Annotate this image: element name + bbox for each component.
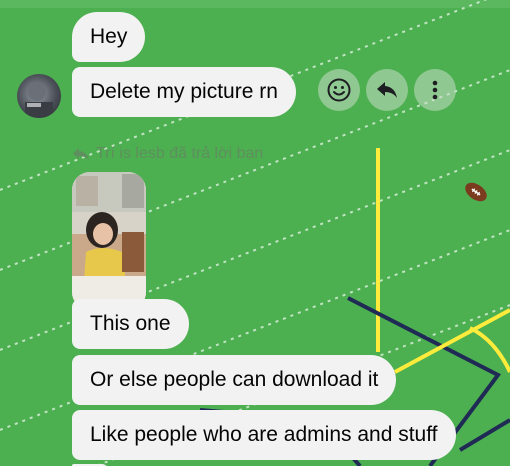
reply-notice: Trí is lesb đã trả lời bạn <box>72 143 263 165</box>
smiley-icon <box>327 78 351 102</box>
message-bubble[interactable]: Delete my picture rn <box>72 67 296 117</box>
more-options-button[interactable] <box>414 69 456 111</box>
message-bubble[interactable]: Hey <box>72 12 146 62</box>
message-bubble[interactable]: This one <box>72 299 189 349</box>
photo-thumbnail <box>72 172 146 310</box>
react-button[interactable] <box>318 69 360 111</box>
avatar-image <box>25 83 53 118</box>
more-vertical-icon <box>432 80 438 100</box>
avatar[interactable] <box>17 74 61 118</box>
reply-button[interactable] <box>366 69 408 111</box>
message-bubble[interactable]: Like people who are admins and stuff <box>72 410 456 460</box>
message-bubble[interactable]: Or else people can download it <box>72 355 397 405</box>
replied-photo[interactable] <box>72 172 146 310</box>
reply-arrow-icon <box>377 82 397 98</box>
reply-arrow-icon <box>73 148 89 160</box>
reply-notice-text: Trí is lesb đã trả lời bạn <box>96 145 264 162</box>
